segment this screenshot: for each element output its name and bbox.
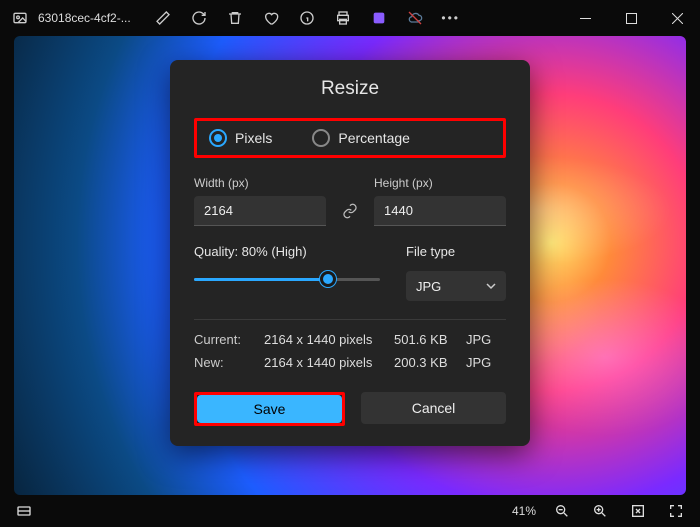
app-icon xyxy=(12,10,28,26)
new-dims: 2164 x 1440 pixels xyxy=(264,355,394,370)
width-input[interactable] xyxy=(194,196,326,226)
chevron-down-icon xyxy=(486,281,496,291)
photos-app-window: 63018cec-4cf2-... ••• Resize Pixels xyxy=(0,0,700,527)
link-aspect-icon[interactable] xyxy=(336,196,364,226)
maximize-button[interactable] xyxy=(608,0,654,36)
zoom-value: 41% xyxy=(512,504,536,518)
new-label: New: xyxy=(194,355,264,370)
radio-percentage-label: Percentage xyxy=(338,130,410,146)
window-title: 63018cec-4cf2-... xyxy=(38,11,131,25)
minimize-button[interactable] xyxy=(562,0,608,36)
filetype-select[interactable]: JPG xyxy=(406,271,506,301)
titlebar: 63018cec-4cf2-... ••• xyxy=(0,0,700,36)
more-icon[interactable]: ••• xyxy=(437,4,465,32)
unit-radio-group: Pixels Percentage xyxy=(194,118,506,158)
cancel-button[interactable]: Cancel xyxy=(361,392,506,424)
cloud-off-icon[interactable] xyxy=(401,4,429,32)
quality-slider[interactable] xyxy=(194,271,380,287)
radio-selected-icon xyxy=(209,129,227,147)
filetype-label: File type xyxy=(406,244,506,259)
delete-icon[interactable] xyxy=(221,4,249,32)
current-dims: 2164 x 1440 pixels xyxy=(264,332,394,347)
rotate-icon[interactable] xyxy=(185,4,213,32)
quality-label: Quality: 80% (High) xyxy=(194,244,380,259)
fit-icon[interactable] xyxy=(626,499,650,523)
info-icon[interactable] xyxy=(293,4,321,32)
resize-dialog: Resize Pixels Percentage Width (px) Heig… xyxy=(170,60,530,446)
height-input[interactable] xyxy=(374,196,506,226)
zoom-out-icon[interactable] xyxy=(550,499,574,523)
current-label: Current: xyxy=(194,332,264,347)
edit-icon[interactable] xyxy=(149,4,177,32)
current-size: 501.6 KB xyxy=(394,332,466,347)
zoom-in-icon[interactable] xyxy=(588,499,612,523)
radio-pixels-label: Pixels xyxy=(235,130,272,146)
close-button[interactable] xyxy=(654,0,700,36)
statusbar: 41% xyxy=(0,495,700,527)
width-label: Width (px) xyxy=(194,176,326,190)
favorite-icon[interactable] xyxy=(257,4,285,32)
current-format: JPG xyxy=(466,332,506,347)
new-size: 200.3 KB xyxy=(394,355,466,370)
radio-pixels[interactable]: Pixels xyxy=(209,129,272,147)
size-info: Current: 2164 x 1440 pixels 501.6 KB JPG… xyxy=(194,332,506,370)
filetype-value: JPG xyxy=(416,279,441,294)
radio-percentage[interactable]: Percentage xyxy=(312,129,410,147)
radio-unselected-icon xyxy=(312,129,330,147)
new-format: JPG xyxy=(466,355,506,370)
clipchamp-icon[interactable] xyxy=(365,4,393,32)
save-button[interactable]: Save xyxy=(197,395,342,423)
divider xyxy=(194,319,506,320)
filmstrip-icon[interactable] xyxy=(12,499,36,523)
height-label: Height (px) xyxy=(374,176,506,190)
print-icon[interactable] xyxy=(329,4,357,32)
dialog-title: Resize xyxy=(194,78,506,100)
fullscreen-icon[interactable] xyxy=(664,499,688,523)
